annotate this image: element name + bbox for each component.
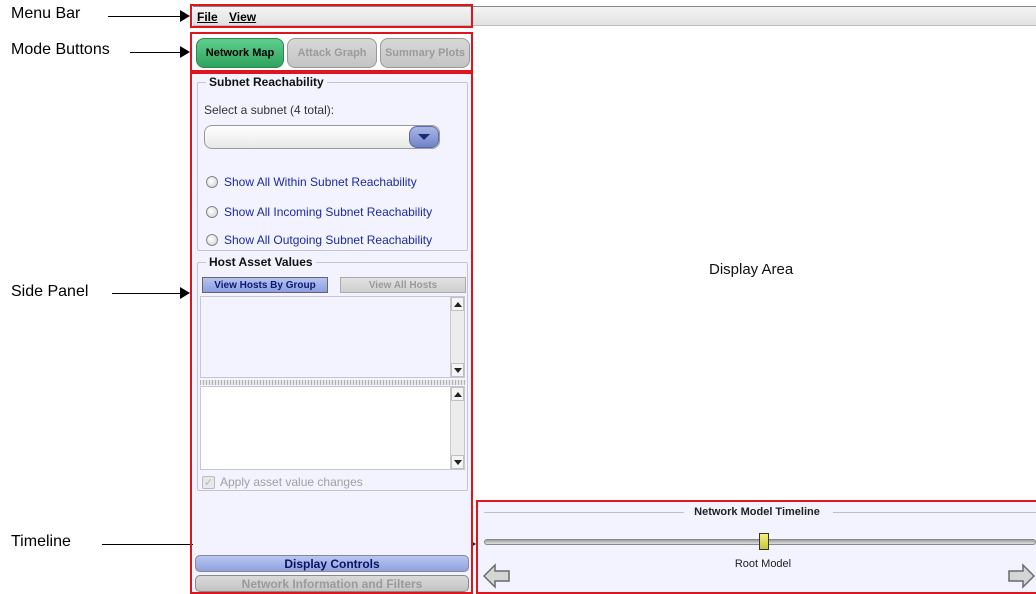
- current-model-label: Root Model: [734, 558, 792, 570]
- scroll-up-button[interactable]: [451, 297, 464, 311]
- radio-within-subnet[interactable]: Show All Within Subnet Reachability: [206, 174, 417, 190]
- summary-plots-button[interactable]: Summary Plots: [380, 38, 470, 68]
- annotation-mode-buttons: Mode Buttons: [11, 41, 110, 58]
- network-model-timeline: Network Model Timeline Root Model: [478, 502, 1036, 594]
- radio-incoming-subnet[interactable]: Show All Incoming Subnet Reachability: [206, 204, 432, 220]
- apply-asset-changes-row[interactable]: ✓ Apply asset value changes: [202, 475, 363, 489]
- arrow-mode-buttons: [130, 52, 180, 53]
- vertical-scrollbar[interactable]: [450, 297, 464, 377]
- previous-arrow-icon[interactable]: [482, 562, 512, 590]
- next-arrow-icon[interactable]: [1006, 562, 1036, 590]
- radio-outgoing-label: Show All Outgoing Subnet Reachability: [224, 233, 433, 247]
- chevron-down-icon: [418, 134, 430, 140]
- radio-outgoing-subnet[interactable]: Show All Outgoing Subnet Reachability: [206, 232, 432, 248]
- display-area-label: Display Area: [709, 261, 794, 278]
- arrow-down-icon: [453, 367, 462, 373]
- radio-button-icon[interactable]: [206, 234, 218, 246]
- host-group-list[interactable]: [200, 296, 465, 378]
- menu-view[interactable]: View: [229, 10, 256, 24]
- side-panel: Subnet Reachability Select a subnet (4 t…: [193, 74, 473, 594]
- radio-button-icon[interactable]: [206, 206, 218, 218]
- arrowhead-mode-buttons: [180, 46, 190, 58]
- network-map-button[interactable]: Network Map: [196, 38, 284, 68]
- arrow-up-icon: [453, 301, 462, 307]
- subnet-dropdown[interactable]: [204, 125, 440, 149]
- arrow-up-icon: [453, 391, 462, 397]
- scroll-down-button[interactable]: [451, 455, 464, 469]
- checkmark-icon: ✓: [203, 476, 214, 489]
- host-asset-values-title: Host Asset Values: [206, 255, 316, 269]
- vertical-scrollbar[interactable]: [450, 387, 464, 469]
- splitter-handle[interactable]: [200, 380, 465, 385]
- arrow-menu-bar: [108, 16, 180, 17]
- arrowhead-side-panel: [180, 287, 190, 299]
- subnet-select-label: Select a subnet (4 total):: [204, 103, 335, 117]
- attack-graph-button[interactable]: Attack Graph: [287, 38, 377, 68]
- radio-button-icon[interactable]: [206, 176, 218, 188]
- display-controls-button[interactable]: Display Controls: [195, 555, 469, 572]
- apply-asset-label: Apply asset value changes: [220, 475, 363, 489]
- menu-bar: File View: [193, 6, 1036, 26]
- radio-within-label: Show All Within Subnet Reachability: [224, 175, 417, 189]
- host-asset-list[interactable]: [200, 386, 465, 470]
- annotation-side-panel: Side Panel: [11, 283, 89, 300]
- arrow-side-panel: [112, 293, 180, 294]
- timeline-slider-knob[interactable]: [759, 533, 769, 550]
- apply-asset-checkbox[interactable]: ✓: [202, 475, 215, 489]
- annotation-menu-bar: Menu Bar: [11, 5, 81, 22]
- arrow-down-icon: [453, 459, 462, 465]
- arrowhead-menu-bar: [180, 10, 190, 22]
- view-hosts-by-group-tab[interactable]: View Hosts By Group: [202, 277, 328, 293]
- annotation-timeline: Timeline: [11, 533, 71, 550]
- network-info-filters-button[interactable]: Network Information and Filters: [195, 575, 469, 592]
- subnet-reachability-title: Subnet Reachability: [206, 75, 327, 89]
- scroll-up-button[interactable]: [451, 387, 464, 401]
- subnet-reachability-group: Subnet Reachability Select a subnet (4 t…: [197, 75, 468, 251]
- view-all-hosts-tab[interactable]: View All Hosts: [340, 277, 466, 293]
- menu-file[interactable]: File: [197, 10, 218, 24]
- host-asset-values-group: Host Asset Values View Hosts By Group Vi…: [197, 255, 468, 491]
- timeline-title: Network Model Timeline: [694, 506, 820, 518]
- scroll-down-button[interactable]: [451, 363, 464, 377]
- radio-incoming-label: Show All Incoming Subnet Reachability: [224, 205, 433, 219]
- dropdown-button[interactable]: [409, 126, 439, 148]
